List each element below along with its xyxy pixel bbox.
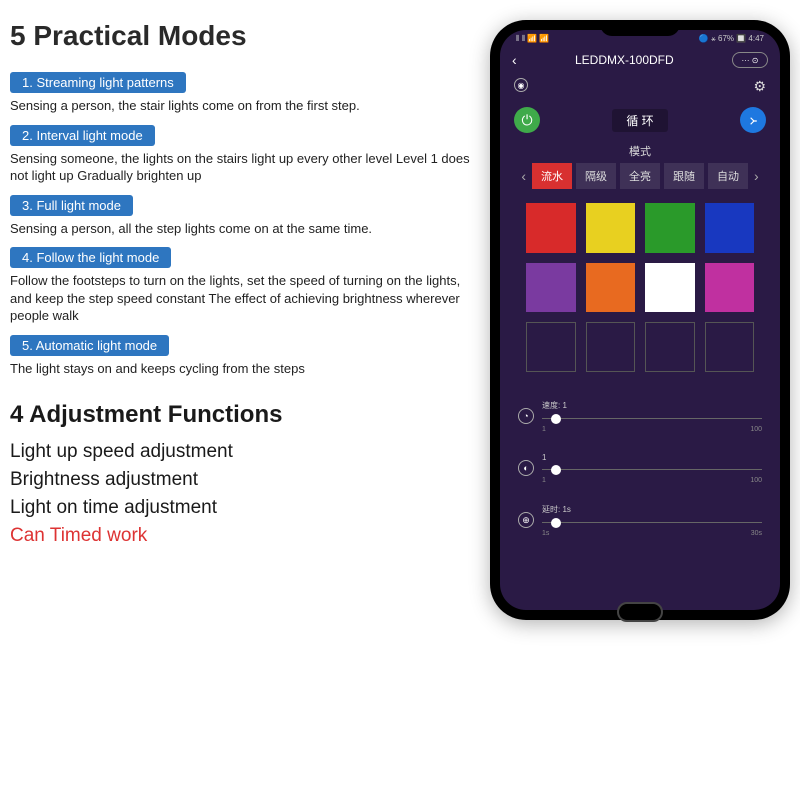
mode-tabs: ‹ 流水 隔级 全亮 跟随 自动 › bbox=[500, 163, 780, 189]
mode-2: 2. Interval light mode Sensing someone, … bbox=[10, 117, 470, 185]
color-purple[interactable] bbox=[526, 263, 576, 313]
mode-section-label: 模式 bbox=[500, 137, 780, 163]
speed-slider[interactable] bbox=[542, 413, 762, 425]
mode-4-desc: Follow the footsteps to turn on the ligh… bbox=[10, 272, 470, 325]
slider-section: ◔ 速度: 1 1 100 bbox=[500, 382, 780, 571]
brightness-label: 1 bbox=[542, 453, 762, 462]
brightness-min: 1 bbox=[542, 477, 546, 484]
speed-max: 100 bbox=[750, 426, 762, 433]
speed-min: 1 bbox=[542, 426, 546, 433]
color-empty-2[interactable] bbox=[586, 322, 636, 372]
tab-streaming[interactable]: 流水 bbox=[532, 163, 572, 189]
app-header: ‹ LEDDMX-100DFD ··· ⊙ bbox=[500, 46, 780, 74]
color-yellow[interactable] bbox=[586, 203, 636, 253]
color-red[interactable] bbox=[526, 203, 576, 253]
device-title: LEDDMX-100DFD bbox=[575, 53, 674, 67]
func-red: Can Timed work bbox=[10, 525, 470, 547]
mode-5-label: 5. Automatic light mode bbox=[10, 335, 169, 356]
phone-screen: ⫴ ⫴ 📶 📶 🔵 ⚹ 67% 🔲 4:47 ‹ LEDDMX-100DFD ·… bbox=[500, 30, 780, 610]
color-empty-4[interactable] bbox=[705, 322, 755, 372]
func-2: Brightness adjustment bbox=[10, 469, 470, 491]
settings-icon[interactable]: ⚙ bbox=[753, 78, 766, 95]
color-grid bbox=[500, 189, 780, 382]
tabs-prev-arrow[interactable]: ‹ bbox=[519, 168, 528, 184]
mode-3: 3. Full light mode Sensing a person, all… bbox=[10, 187, 470, 238]
bluetooth-button[interactable]: ᚛ bbox=[740, 107, 766, 133]
main-title: 5 Practical Modes bbox=[10, 20, 470, 52]
delay-icon: ⊕ bbox=[518, 512, 534, 528]
status-battery: 🔵 ⚹ 67% 🔲 4:47 bbox=[699, 34, 764, 44]
status-signal: ⫴ ⫴ 📶 📶 bbox=[516, 34, 549, 44]
speed-icon: ◔ bbox=[518, 408, 534, 424]
delay-slider[interactable] bbox=[542, 517, 762, 529]
mode-5-desc: The light stays on and keeps cycling fro… bbox=[10, 360, 470, 378]
brightness-slider[interactable] bbox=[542, 464, 762, 476]
sub-title: 4 Adjustment Functions bbox=[10, 401, 470, 429]
mode-2-desc: Sensing someone, the lights on the stair… bbox=[10, 150, 470, 185]
mode-5: 5. Automatic light mode The light stays … bbox=[10, 327, 470, 378]
app-toolbar: ◉ ⚙ bbox=[500, 74, 780, 103]
profile-icon[interactable]: ◉ bbox=[514, 78, 528, 92]
phone-home-button[interactable] bbox=[617, 602, 663, 622]
mode-2-label: 2. Interval light mode bbox=[10, 125, 155, 146]
mode-4-label: 4. Follow the light mode bbox=[10, 247, 171, 268]
color-empty-1[interactable] bbox=[526, 322, 576, 372]
control-row: ⏻ 循 环 ᚛ bbox=[500, 103, 780, 137]
back-button[interactable]: ‹ bbox=[512, 52, 517, 68]
mode-1-label: 1. Streaming light patterns bbox=[10, 72, 186, 93]
brightness-icon: ◐ bbox=[518, 460, 534, 476]
color-green[interactable] bbox=[645, 203, 695, 253]
mode-1: 1. Streaming light patterns Sensing a pe… bbox=[10, 64, 470, 115]
color-orange[interactable] bbox=[586, 263, 636, 313]
menu-dots-button[interactable]: ··· ⊙ bbox=[732, 52, 768, 68]
color-blue[interactable] bbox=[705, 203, 755, 253]
cycle-tag[interactable]: 循 环 bbox=[612, 109, 667, 132]
tab-auto[interactable]: 自动 bbox=[708, 163, 748, 189]
mode-3-label: 3. Full light mode bbox=[10, 195, 133, 216]
speed-slider-row: ◔ 速度: 1 1 100 bbox=[518, 390, 762, 443]
func-3: Light on time adjustment bbox=[10, 497, 470, 519]
color-empty-3[interactable] bbox=[645, 322, 695, 372]
tab-interval[interactable]: 隔级 bbox=[576, 163, 616, 189]
phone-notch bbox=[600, 20, 680, 36]
color-white[interactable] bbox=[645, 263, 695, 313]
brightness-max: 100 bbox=[750, 477, 762, 484]
delay-label: 延时: 1s bbox=[542, 504, 762, 515]
delay-max: 30s bbox=[751, 530, 762, 537]
tabs-next-arrow[interactable]: › bbox=[752, 168, 761, 184]
func-1: Light up speed adjustment bbox=[10, 441, 470, 463]
delay-min: 1s bbox=[542, 530, 549, 537]
mode-4: 4. Follow the light mode Follow the foot… bbox=[10, 239, 470, 325]
tab-full[interactable]: 全亮 bbox=[620, 163, 660, 189]
color-magenta[interactable] bbox=[705, 263, 755, 313]
speed-label: 速度: 1 bbox=[542, 400, 762, 411]
mode-1-desc: Sensing a person, the stair lights come … bbox=[10, 97, 470, 115]
power-button[interactable]: ⏻ bbox=[514, 107, 540, 133]
mode-3-desc: Sensing a person, all the step lights co… bbox=[10, 220, 470, 238]
brightness-slider-row: ◐ 1 1 100 bbox=[518, 443, 762, 494]
delay-slider-row: ⊕ 延时: 1s 1s 30s bbox=[518, 494, 762, 547]
phone-frame: ⫴ ⫴ 📶 📶 🔵 ⚹ 67% 🔲 4:47 ‹ LEDDMX-100DFD ·… bbox=[490, 20, 790, 620]
tab-follow[interactable]: 跟随 bbox=[664, 163, 704, 189]
